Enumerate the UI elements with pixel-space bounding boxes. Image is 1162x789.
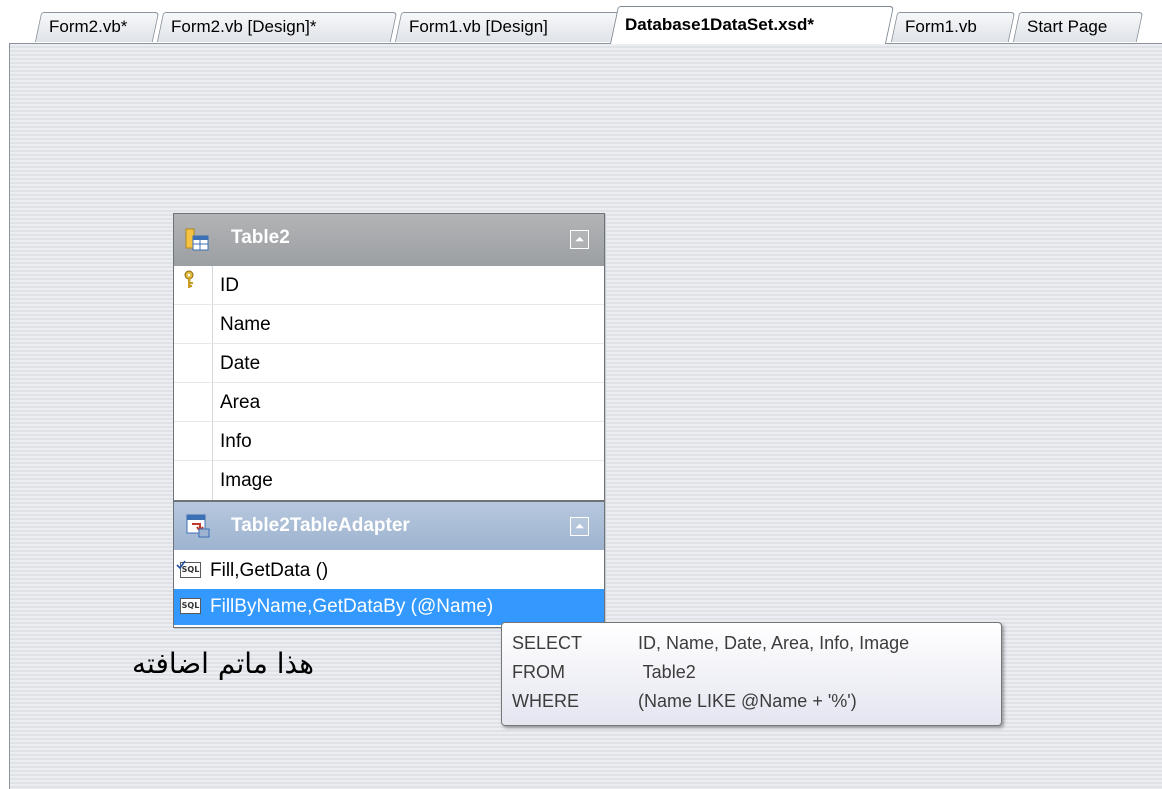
tab-label: Database1DataSet.xsd* [625, 15, 814, 34]
sql-clause: (Name LIKE @Name + '%') [638, 691, 857, 711]
sql-icon: SQL [180, 598, 201, 614]
sql-keyword: FROM [512, 662, 565, 682]
tooltip-line-select: SELECT ID, Name, Date, Area, Info, Image [512, 633, 992, 659]
tab-label: Form2.vb* [49, 17, 128, 36]
sql-clause: Table2 [638, 662, 696, 682]
tab-form1-vb[interactable]: Form1.vb [890, 12, 1016, 42]
column-row-date[interactable]: Date [174, 344, 604, 383]
primary-key-icon [182, 270, 196, 290]
tab-form1-design[interactable]: Form1.vb [Design] [394, 12, 624, 42]
column-name: Name [220, 314, 271, 335]
tab-database1dataset-xsd[interactable]: Database1DataSet.xsd* [609, 6, 895, 44]
query-row-fill-getdata[interactable]: SQL Fill,GetData () [174, 553, 604, 589]
query-sql-tooltip: SELECT ID, Name, Date, Area, Info, Image… [501, 622, 1002, 726]
datatable-designer-box[interactable]: Table2 ⏶ ID Name Date Area Info Image Ta… [173, 213, 605, 628]
column-name: Date [220, 353, 261, 374]
tab-start-page[interactable]: Start Page [1012, 12, 1144, 42]
column-row-info[interactable]: Info [174, 422, 604, 461]
document-tab-strip: Form2.vb* Form2.vb [Design]* Form1.vb [D… [0, 0, 1162, 44]
chevron-double-up-icon: ⏶ [574, 519, 585, 533]
collapse-tableadapter-button[interactable]: ⏶ [570, 517, 589, 536]
sql-keyword: WHERE [512, 691, 579, 711]
tab-label: Form2.vb [Design]* [171, 17, 317, 36]
column-name: ID [220, 275, 239, 296]
column-name: Image [220, 470, 273, 491]
datatable-header[interactable]: Table2 ⏶ [174, 214, 604, 266]
query-label: FillByName,GetDataBy (@Name) [210, 596, 494, 617]
tab-label: Start Page [1027, 17, 1108, 36]
check-icon [176, 555, 186, 570]
tab-form2-design[interactable]: Form2.vb [Design]* [156, 12, 398, 42]
collapse-datatable-button[interactable]: ⏶ [570, 230, 589, 249]
tab-label: Form1.vb [Design] [409, 17, 548, 36]
column-row-image[interactable]: Image [174, 461, 604, 500]
column-name: Area [220, 392, 261, 413]
column-row-name[interactable]: Name [174, 305, 604, 344]
sql-keyword: SELECT [512, 633, 583, 653]
tableadapter-name: Table2TableAdapter [231, 515, 410, 536]
table-adapter-icon [185, 513, 211, 539]
tooltip-line-from: FROM Table2 [512, 662, 992, 688]
column-row-id[interactable]: ID [174, 266, 604, 305]
tab-label: Form1.vb [905, 17, 977, 36]
arabic-annotation-text: هذا ماتم اضافته [132, 647, 314, 680]
sql-clause: ID, Name, Date, Area, Info, Image [638, 633, 910, 653]
query-row-fillbyname[interactable]: SQL FillByName,GetDataBy (@Name) [174, 589, 604, 625]
query-label: Fill,GetData () [210, 560, 329, 581]
table-icon [185, 228, 211, 252]
column-row-area[interactable]: Area [174, 383, 604, 422]
tooltip-line-where: WHERE (Name LIKE @Name + '%') [512, 691, 992, 717]
chevron-double-up-icon: ⏶ [574, 232, 585, 246]
tab-form2-vb[interactable]: Form2.vb* [34, 12, 160, 42]
tableadapter-header[interactable]: Table2TableAdapter ⏶ [174, 500, 604, 550]
column-name: Info [220, 431, 252, 452]
datatable-name: Table2 [231, 227, 290, 248]
